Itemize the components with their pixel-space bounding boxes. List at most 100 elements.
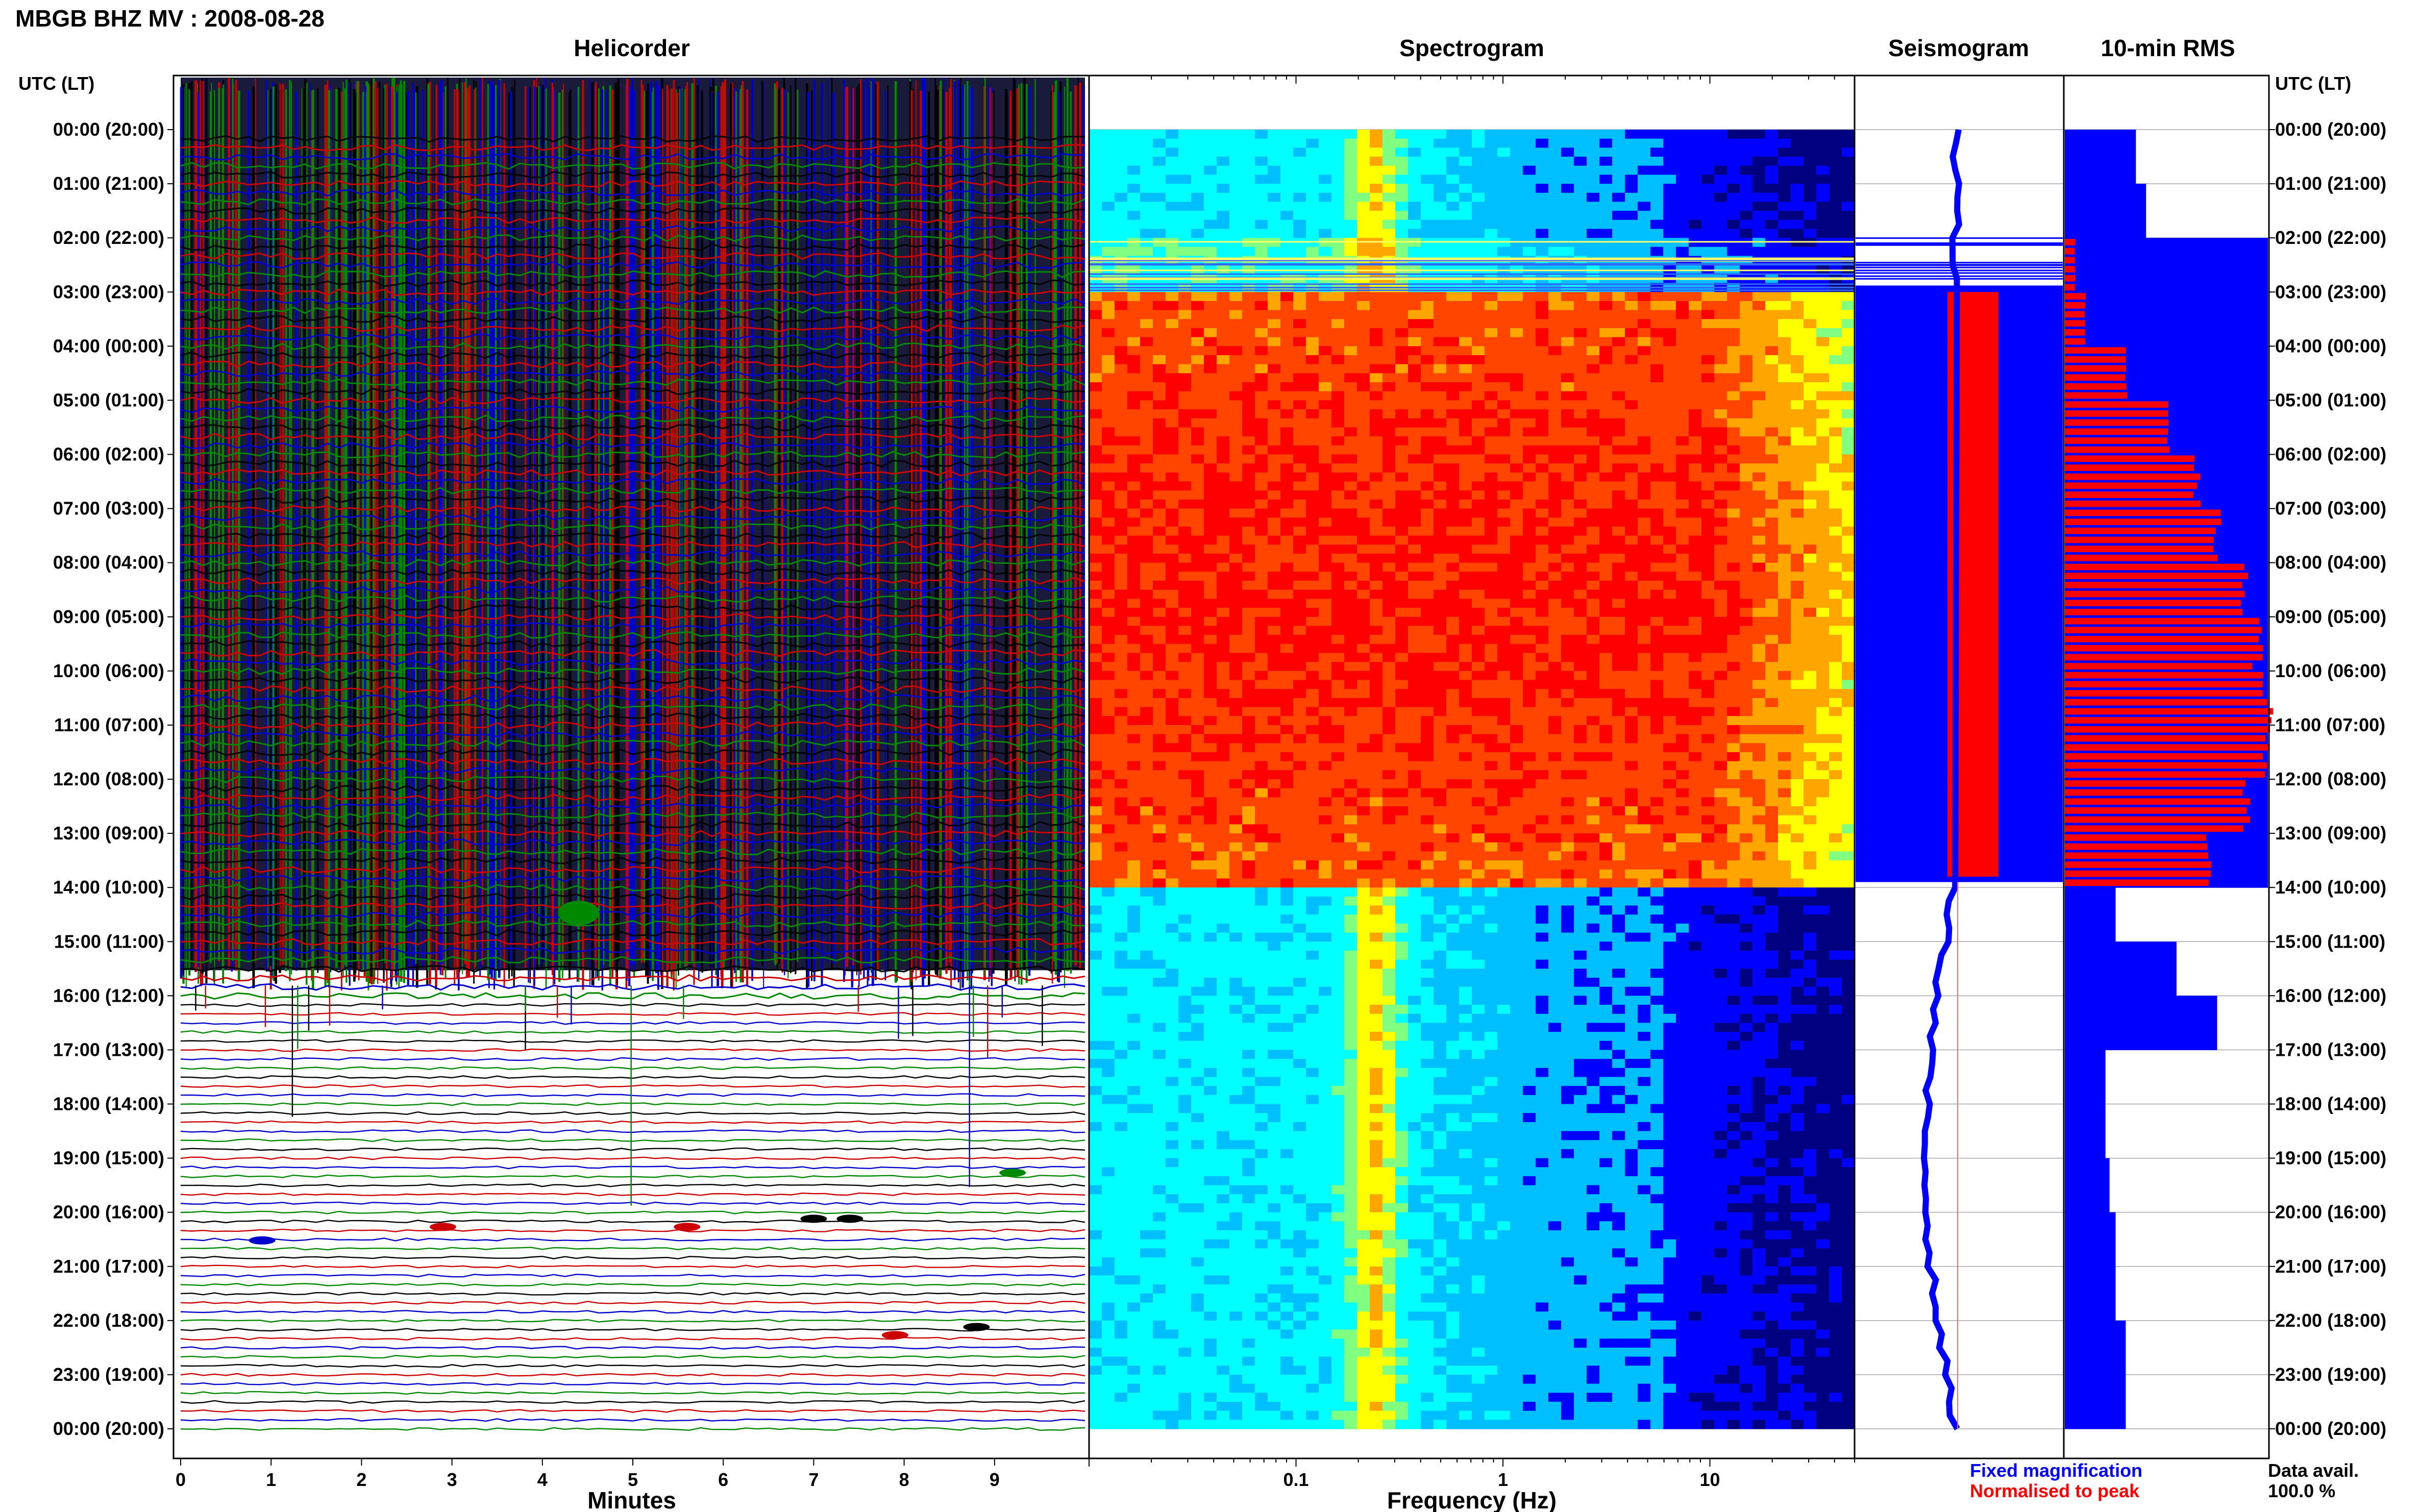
spectrogram-cell [1778, 382, 1791, 392]
spectrogram-cell [1178, 562, 1192, 572]
seismogram-title: Seismogram [1888, 35, 2029, 61]
spectrogram-cell [1625, 445, 1638, 455]
spectrogram-cell [1217, 310, 1230, 319]
spectrogram-cell [1523, 454, 1536, 464]
spectrogram-cell [1676, 400, 1689, 410]
spectrogram-cell [1434, 364, 1447, 374]
spectrogram-cell [1434, 219, 1447, 230]
spectrogram-cell [1791, 211, 1804, 220]
spectrogram-cell [1268, 319, 1281, 329]
spectrogram-cell [1536, 562, 1549, 572]
spectrogram-cell [1089, 175, 1102, 184]
spectrogram-cell [1663, 202, 1676, 211]
spectrogram-cell [1523, 499, 1536, 509]
spectrogram-cell [1612, 463, 1625, 473]
spectrogram-cell [1357, 535, 1370, 545]
spectrogram-cell [1804, 752, 1817, 762]
spectrogram-cell [1778, 436, 1791, 446]
spectrogram-cell [1510, 626, 1523, 635]
spectrogram-cell [1701, 409, 1715, 419]
spectrogram-cell [1523, 526, 1536, 536]
spectrogram-cell [1370, 445, 1383, 455]
spectrogram-cell [1115, 481, 1128, 491]
spectrogram-cell [1510, 662, 1523, 672]
spectrogram-cell [1140, 328, 1153, 338]
spectrogram-cell [1650, 499, 1664, 509]
spectrogram-cell [1791, 292, 1804, 302]
spectrogram-cell [1842, 337, 1855, 346]
spectrogram-cell [1115, 589, 1128, 599]
spectrogram-cell [1485, 310, 1498, 319]
spectrogram-cell [1599, 599, 1613, 608]
spectrogram-cell [1357, 616, 1370, 627]
spectrogram-cell [1166, 481, 1179, 491]
spectrogram-cell [1153, 454, 1166, 464]
spectrogram-cell [1536, 364, 1549, 374]
spectrogram-cell [1319, 445, 1332, 455]
spectrogram-cell [1523, 463, 1536, 473]
spectrogram-cell [1395, 265, 1409, 275]
spectrogram-cell [1676, 346, 1689, 356]
spectrogram-cell [1727, 572, 1740, 581]
spectrogram-cell [1344, 445, 1357, 455]
spectrogram-cell [1778, 589, 1791, 599]
spectrogram-cell [1778, 671, 1791, 681]
spectrogram-cell [1306, 373, 1319, 383]
spectrogram-cell [1612, 734, 1625, 743]
spectrogram-cell [1255, 454, 1268, 464]
spectrogram-cell [1727, 680, 1740, 689]
spectrogram-cell [1153, 211, 1166, 220]
spectrogram-cell [1804, 265, 1817, 275]
spectrogram-cell [1765, 391, 1779, 401]
spectrogram-cell [1166, 192, 1179, 203]
spectrogram-cell [1217, 436, 1230, 446]
spectrogram-cell [1395, 382, 1409, 392]
spectrogram-cell [1319, 328, 1332, 338]
spectrogram-cell [1421, 202, 1434, 211]
spectrogram-cell [1319, 743, 1332, 753]
spectrogram-cell [1102, 490, 1115, 500]
spectrogram-cell [1306, 184, 1319, 193]
helicorder-trace [180, 1237, 1085, 1242]
spectrogram-cell [1778, 698, 1791, 708]
spectrogram-cell [1740, 589, 1753, 599]
spectrogram-cell [1446, 662, 1460, 672]
spectrogram-cell [1268, 346, 1281, 356]
spectrogram-cell [1306, 662, 1319, 672]
spectrogram-cell [1383, 499, 1396, 509]
spectrogram-cell [1701, 508, 1715, 518]
spectrogram-cell [1306, 202, 1319, 211]
spectrogram-cell [1829, 752, 1842, 762]
spectrogram-cell [1791, 400, 1804, 410]
spectrogram-cell [1293, 192, 1306, 203]
spectrogram-cell [1497, 599, 1511, 608]
spectrogram-cell [1829, 301, 1842, 311]
spectrogram-cell [1331, 202, 1345, 211]
spectrogram-cell [1434, 490, 1447, 500]
spectrogram-cell [1421, 626, 1434, 635]
spectrogram-cell [1344, 743, 1357, 753]
spectrogram-cell [1561, 734, 1574, 743]
spectrogram-cell [1485, 382, 1498, 392]
spectrogram-cell [1127, 184, 1141, 193]
spectrogram-cell [1191, 184, 1204, 193]
spectrogram-cell [1166, 653, 1179, 662]
spectrogram-cell [1804, 192, 1817, 203]
spectrogram-cell [1319, 292, 1332, 302]
spectrogram-cell [1191, 716, 1204, 726]
spectrogram-cell [1229, 364, 1243, 374]
spectrogram-cell [1408, 211, 1421, 220]
spectrogram-cell [1395, 599, 1409, 608]
spectrogram-cell [1217, 490, 1230, 500]
spectrogram-cell [1089, 499, 1102, 509]
spectrogram-cell [1765, 499, 1779, 509]
helicorder-trace [180, 1102, 1085, 1106]
spectrogram-cell [1472, 707, 1485, 716]
spectrogram-cell [1574, 643, 1587, 654]
spectrogram-cell [1740, 409, 1753, 419]
spectrogram-cell [1638, 219, 1651, 230]
spectrogram-cell [1459, 355, 1472, 365]
spectrogram-cell [1510, 192, 1523, 203]
spectrogram-cell [1650, 346, 1664, 356]
spectrogram-cell [1612, 635, 1625, 645]
